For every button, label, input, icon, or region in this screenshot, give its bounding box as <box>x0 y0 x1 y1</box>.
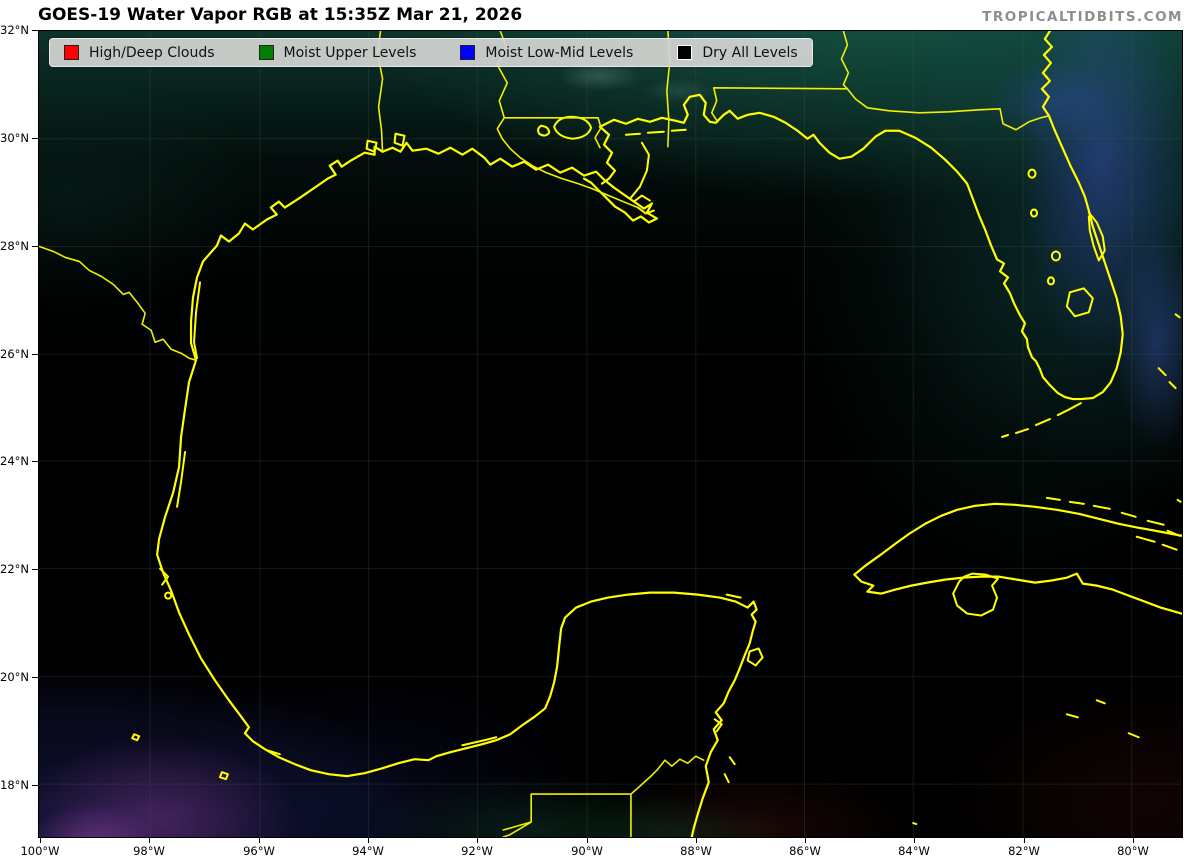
green-swatch-icon <box>258 45 274 60</box>
lon-tick <box>149 838 150 843</box>
mexico-reservoirs <box>131 567 229 781</box>
black-swatch-icon <box>677 45 693 60</box>
lon-label: 90°W <box>571 844 603 858</box>
lat-label: 28°N <box>0 239 29 253</box>
blue-swatch-icon <box>460 45 476 60</box>
lat-label: 30°N <box>0 131 29 145</box>
coastlines <box>156 31 1182 837</box>
lon-label: 94°W <box>352 844 384 858</box>
cozumel-island <box>746 647 764 667</box>
fl-ga-border <box>846 88 1050 131</box>
legend-bar: High/Deep Clouds Moist Upper Levels Mois… <box>49 38 813 67</box>
lon-label: 100°W <box>20 844 60 858</box>
terminos-lagoon-barrier <box>265 736 498 756</box>
satellite-map: High/Deep Clouds Moist Upper Levels Mois… <box>38 30 1183 838</box>
map-overlay-svg <box>39 31 1182 837</box>
lon-tick <box>1133 838 1134 843</box>
lon-tick <box>914 838 915 843</box>
legend-label: Moist Upper Levels <box>283 44 417 61</box>
mississippi-sound-barrier-islands <box>624 128 687 136</box>
lon-label: 86°W <box>789 844 821 858</box>
coast-louisiana-delta <box>381 125 658 224</box>
lake-pontchartrain <box>537 115 593 140</box>
chandeleur-islands <box>629 141 650 199</box>
legend-label: Moist Low-Mid Levels <box>485 44 634 61</box>
lon-tick <box>477 838 478 843</box>
rio-grande-border <box>39 245 197 361</box>
lon-label: 82°W <box>1008 844 1040 858</box>
lon-tick <box>805 838 806 843</box>
lake-okeechobee <box>1065 287 1094 318</box>
coast-west-gulf-mexico-yucatan <box>156 145 758 837</box>
cuba-keys <box>1045 496 1181 551</box>
lon-tick <box>40 838 41 843</box>
coast-cuba-north <box>853 502 1182 576</box>
lon-label: 96°W <box>243 844 275 858</box>
lon-tick <box>1024 838 1025 843</box>
lat-tick <box>32 354 38 355</box>
isla-juventud <box>952 572 1000 617</box>
lon-tick <box>368 838 369 843</box>
lat-label: 32°N <box>0 23 29 37</box>
lat-label: 18°N <box>0 778 29 792</box>
al-ga-border <box>840 31 850 90</box>
bahamas-islets <box>1157 313 1182 503</box>
florida-inland-lakes <box>1027 168 1061 286</box>
legend-label: High/Deep Clouds <box>89 44 215 61</box>
lat-tick <box>32 30 38 31</box>
legend-item-moist-upper: Moist Upper Levels <box>258 44 417 61</box>
lon-label: 84°W <box>898 844 930 858</box>
cayman-swan-islets <box>912 699 1140 826</box>
page-title: GOES-19 Water Vapor RGB at 15:35Z Mar 21… <box>38 5 523 25</box>
lon-label: 88°W <box>680 844 712 858</box>
legend-label: Dry All Levels <box>702 44 798 61</box>
lat-label: 22°N <box>0 562 29 576</box>
legend-item-high-deep-clouds: High/Deep Clouds <box>64 45 215 61</box>
lon-label: 92°W <box>461 844 493 858</box>
lat-tick <box>32 461 38 462</box>
lat-label: 24°N <box>0 454 29 468</box>
lat-tick <box>32 246 38 247</box>
lat-tick <box>32 138 38 139</box>
watermark: TROPICALTIDBITS.COM <box>982 9 1183 25</box>
lat-tick <box>32 569 38 570</box>
lat-tick <box>32 785 38 786</box>
red-swatch-icon <box>64 45 79 60</box>
sabine-calcasieu-lakes <box>365 132 406 153</box>
lat-label: 26°N <box>0 347 29 361</box>
coast-mississippi-alabama-florida <box>598 31 1124 401</box>
guatemala-belize-borders <box>502 755 705 837</box>
satellite-figure: GOES-19 Water Vapor RGB at 15:35Z Mar 21… <box>0 0 1200 867</box>
laguna-madre-inner <box>176 281 202 508</box>
legend-item-moist-lowmid: Moist Low-Mid Levels <box>460 45 633 61</box>
lon-tick <box>696 838 697 843</box>
political-borders <box>39 31 1050 837</box>
legend-item-dry: Dry All Levels <box>677 44 798 61</box>
lon-tick <box>259 838 260 843</box>
yucatan-east-islets <box>713 593 742 784</box>
lon-label: 80°W <box>1117 844 1149 858</box>
lat-label: 20°N <box>0 670 29 684</box>
florida-keys <box>1001 402 1082 438</box>
lon-tick <box>587 838 588 843</box>
lon-label: 98°W <box>133 844 165 858</box>
al-fl-border <box>710 87 849 123</box>
coast-cuba-south <box>853 572 1182 615</box>
lat-tick <box>32 677 38 678</box>
